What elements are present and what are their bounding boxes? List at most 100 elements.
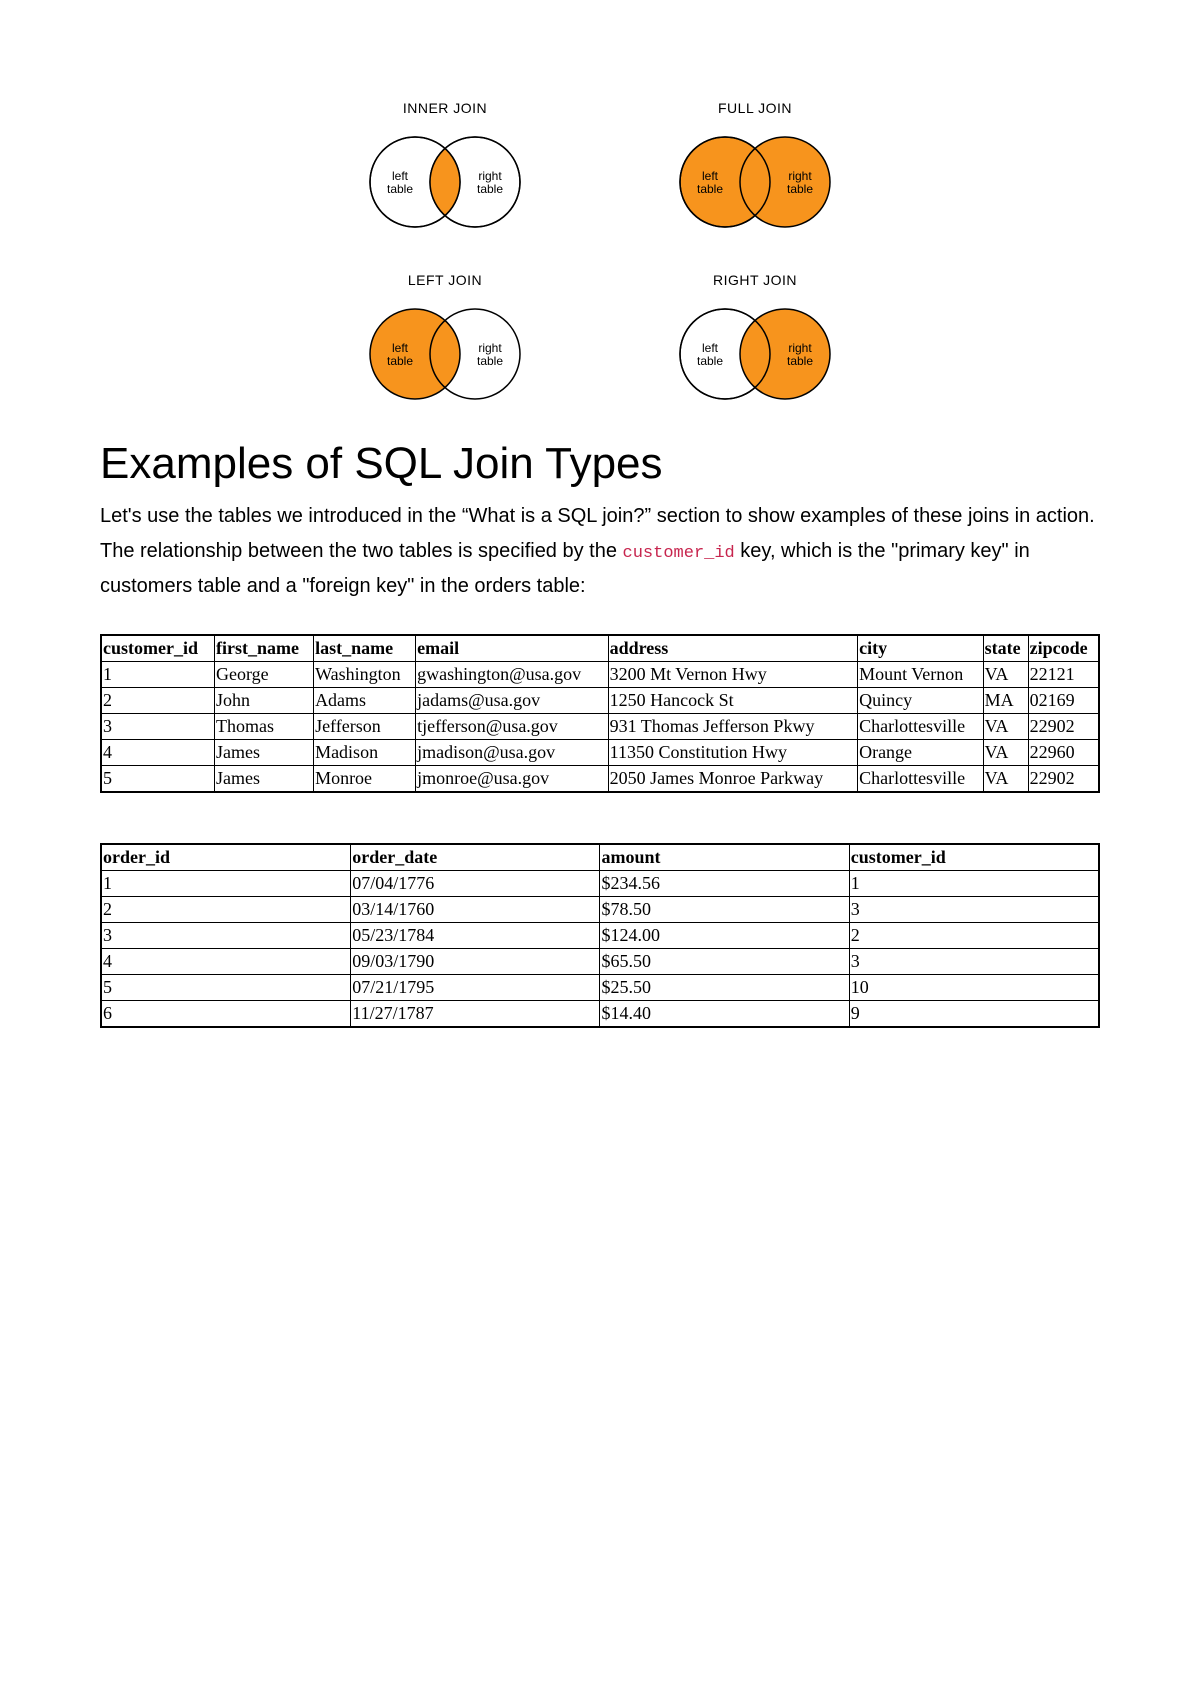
table-row: 5JamesMonroejmonroe@usa.gov2050 James Mo… [101,766,1099,793]
table-cell: 22960 [1028,740,1099,766]
orders-header-cell: amount [600,844,849,871]
table-row: 409/03/1790$65.503 [101,949,1099,975]
table-row: 507/21/1795$25.5010 [101,975,1099,1001]
table-cell: 11/27/1787 [351,1001,600,1028]
svg-text:table: table [477,354,503,368]
svg-text:table: table [697,182,723,196]
table-cell: 22902 [1028,766,1099,793]
table-cell: gwashington@usa.gov [416,662,609,688]
customers-header-cell: state [983,635,1028,662]
venn-full-join-icon: left table right table [645,122,865,242]
venn-full-join: FULL JOIN left table right table [620,100,890,242]
customers-header-cell: email [416,635,609,662]
svg-text:table: table [387,354,413,368]
table-cell: 5 [101,766,214,793]
svg-text:left: left [392,169,409,183]
table-cell: 1 [101,662,214,688]
table-cell: 02169 [1028,688,1099,714]
table-cell: 1 [101,871,351,897]
venn-inner-join: INNER JOIN left table right table [310,100,580,242]
svg-text:table: table [477,182,503,196]
table-row: 4JamesMadisonjmadison@usa.gov11350 Const… [101,740,1099,766]
svg-text:table: table [387,182,413,196]
svg-text:table: table [697,354,723,368]
table-cell: $14.40 [600,1001,849,1028]
table-cell: 3 [849,897,1099,923]
orders-header-cell: order_id [101,844,351,871]
table-cell: 2 [101,688,214,714]
venn-title: RIGHT JOIN [620,272,890,288]
table-row: 1GeorgeWashingtongwashington@usa.gov3200… [101,662,1099,688]
table-cell: 1250 Hancock St [608,688,857,714]
table-cell: jmonroe@usa.gov [416,766,609,793]
table-cell: 10 [849,975,1099,1001]
table-row: 611/27/1787$14.409 [101,1001,1099,1028]
venn-right-join: RIGHT JOIN left table right table [620,272,890,414]
table-cell: $234.56 [600,871,849,897]
table-cell: 22121 [1028,662,1099,688]
table-cell: George [214,662,313,688]
customers-header-cell: city [858,635,984,662]
svg-text:right: right [478,169,502,183]
table-cell: Madison [314,740,416,766]
table-cell: 07/04/1776 [351,871,600,897]
venn-left-join-icon: left table right table [335,294,555,414]
venn-title: FULL JOIN [620,100,890,116]
table-cell: VA [983,740,1028,766]
table-cell: 4 [101,949,351,975]
table-cell: Monroe [314,766,416,793]
table-cell: 3200 Mt Vernon Hwy [608,662,857,688]
table-cell: jmadison@usa.gov [416,740,609,766]
customers-header-cell: zipcode [1028,635,1099,662]
table-cell: 07/21/1795 [351,975,600,1001]
table-row: 107/04/1776$234.561 [101,871,1099,897]
table-cell: Washington [314,662,416,688]
venn-right-join-icon: left table right table [645,294,865,414]
table-row: 305/23/1784$124.002 [101,923,1099,949]
orders-header-cell: customer_id [849,844,1099,871]
intro-paragraph: Let's use the tables we introduced in th… [100,499,1100,604]
venn-grid: INNER JOIN left table right table FULL J… [310,100,890,414]
venn-inner-join-icon: left table right table [335,122,555,242]
table-cell: 05/23/1784 [351,923,600,949]
table-cell: VA [983,662,1028,688]
table-cell: 09/03/1790 [351,949,600,975]
table-cell: 2050 James Monroe Parkway [608,766,857,793]
table-row: 3ThomasJeffersontjefferson@usa.gov931 Th… [101,714,1099,740]
svg-text:right: right [478,341,502,355]
svg-text:left: left [392,341,409,355]
svg-text:right: right [788,341,812,355]
table-cell: 3 [101,714,214,740]
table-cell: MA [983,688,1028,714]
table-cell: Adams [314,688,416,714]
svg-text:table: table [787,182,813,196]
venn-title: INNER JOIN [310,100,580,116]
table-cell: 9 [849,1001,1099,1028]
table-cell: Jefferson [314,714,416,740]
table-cell: Mount Vernon [858,662,984,688]
table-cell: Orange [858,740,984,766]
customers-header-cell: last_name [314,635,416,662]
customer-id-key: customer_id [623,544,735,563]
table-cell: 11350 Constitution Hwy [608,740,857,766]
table-cell: $25.50 [600,975,849,1001]
table-cell: 03/14/1760 [351,897,600,923]
page: INNER JOIN left table right table FULL J… [0,0,1200,1698]
table-cell: John [214,688,313,714]
table-cell: VA [983,766,1028,793]
table-cell: Charlottesville [858,766,984,793]
table-row: 2JohnAdamsjadams@usa.gov1250 Hancock StQ… [101,688,1099,714]
customers-header-cell: customer_id [101,635,214,662]
svg-text:right: right [788,169,812,183]
orders-header-cell: order_date [351,844,600,871]
customers-header-cell: address [608,635,857,662]
table-cell: Charlottesville [858,714,984,740]
table-cell: 5 [101,975,351,1001]
table-cell: 931 Thomas Jefferson Pkwy [608,714,857,740]
table-cell: jadams@usa.gov [416,688,609,714]
table-cell: 3 [849,949,1099,975]
table-cell: tjefferson@usa.gov [416,714,609,740]
venn-left-join: LEFT JOIN left table right table [310,272,580,414]
table-cell: James [214,740,313,766]
customers-header-cell: first_name [214,635,313,662]
